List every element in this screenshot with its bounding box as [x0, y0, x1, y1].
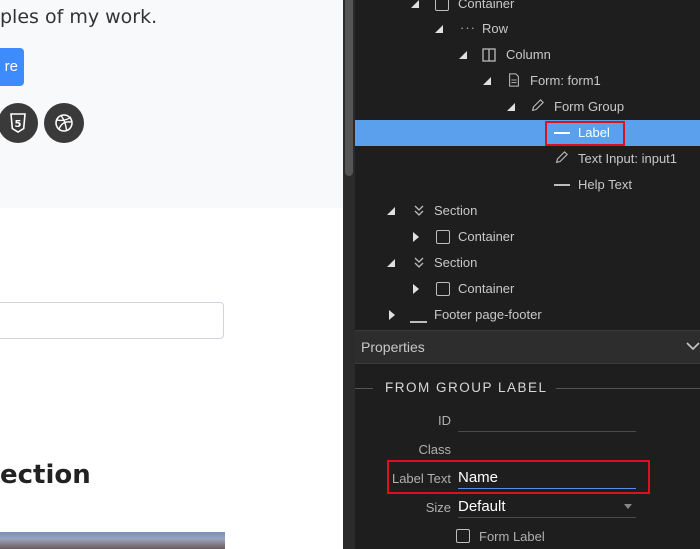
- expand-triangle-icon[interactable]: [386, 206, 396, 216]
- size-label: Size: [425, 500, 451, 515]
- tree-item-label: Container: [458, 229, 515, 244]
- tree-item-footer[interactable]: Footer page-footer: [355, 302, 700, 328]
- hero-button[interactable]: re: [0, 48, 24, 86]
- tree-item-section[interactable]: Section: [355, 250, 700, 276]
- canvas-text-input[interactable]: [0, 302, 224, 339]
- tree-item-section[interactable]: Section: [355, 198, 700, 224]
- tree-item-label: Section: [434, 203, 478, 218]
- expand-triangle-icon[interactable]: [386, 258, 396, 268]
- label-text-field[interactable]: Name: [458, 468, 636, 489]
- row-icon: ···: [460, 20, 476, 35]
- expand-triangle-icon[interactable]: [458, 50, 468, 60]
- expand-triangle-icon[interactable]: [506, 102, 516, 112]
- label-icon: [554, 132, 570, 134]
- collapsed-triangle-icon[interactable]: [387, 310, 397, 320]
- collapsed-triangle-icon[interactable]: [411, 284, 421, 294]
- tree-item-label: Text Input: input1: [578, 151, 678, 166]
- tree-item-container[interactable]: Container: [355, 276, 700, 302]
- collapsed-triangle-icon[interactable]: [411, 232, 421, 242]
- section-icon: [414, 205, 424, 216]
- expand-triangle-icon[interactable]: [482, 76, 492, 86]
- svg-text:5: 5: [15, 119, 22, 130]
- dribbble-icon[interactable]: [44, 103, 84, 143]
- group-divider: [556, 388, 700, 389]
- hero-text: ples of my work.: [0, 6, 158, 28]
- tree-item-container[interactable]: Container: [355, 0, 700, 17]
- tree-item-form-group[interactable]: Form Group: [355, 94, 700, 120]
- tree-item-label-selected[interactable]: Label: [355, 120, 700, 146]
- tree-item-label: Form Group: [554, 99, 625, 114]
- html5-icon[interactable]: 5: [0, 103, 38, 143]
- container-icon: [436, 282, 450, 296]
- properties-header[interactable]: Properties: [355, 330, 700, 364]
- tree-item-row[interactable]: ··· Row: [355, 16, 700, 42]
- tree-item-label: Label: [578, 125, 610, 140]
- pencil-icon: [555, 151, 568, 164]
- tree-item-container[interactable]: Container: [355, 224, 700, 250]
- form-icon: [509, 73, 519, 87]
- group-title: FROM GROUP LABEL: [385, 380, 548, 395]
- form-label-checkbox-label: Form Label: [479, 529, 545, 544]
- pencil-icon: [531, 99, 544, 112]
- right-panel: Container ··· Row Column Form: form1 For…: [355, 0, 700, 549]
- properties-title: Properties: [361, 339, 425, 355]
- tree-item-help-text[interactable]: Help Text: [355, 172, 700, 198]
- id-field[interactable]: [458, 411, 636, 432]
- group-divider: [355, 388, 373, 389]
- tree-item-label: Container: [458, 0, 515, 11]
- canvas-image: [0, 532, 225, 549]
- tree-item-label: Footer page-footer: [434, 307, 542, 322]
- label-icon: [554, 184, 570, 186]
- hero-section: ples of my work. re 5: [0, 0, 343, 208]
- design-canvas[interactable]: ples of my work. re 5 ection: [0, 0, 343, 549]
- chevron-down-icon[interactable]: [686, 341, 700, 351]
- tree-item-column[interactable]: Column: [355, 42, 700, 68]
- tree-item-label: Form: form1: [530, 73, 601, 88]
- hero-button-label: re: [4, 58, 18, 75]
- container-icon: [435, 0, 449, 11]
- section-icon: [414, 257, 424, 268]
- id-label: ID: [438, 413, 451, 428]
- tree-item-label: Row: [482, 21, 509, 36]
- tree-item-label: Column: [506, 47, 551, 62]
- footer-icon: [410, 321, 427, 323]
- section-heading: ection: [0, 460, 91, 490]
- expand-triangle-icon[interactable]: [410, 0, 420, 9]
- tree-item-label: Container: [458, 281, 515, 296]
- label-text-label: Label Text: [391, 471, 451, 486]
- scrollbar-thumb[interactable]: [345, 0, 353, 176]
- expand-triangle-icon[interactable]: [434, 24, 444, 34]
- column-icon: [482, 48, 496, 62]
- size-select[interactable]: Default: [458, 497, 636, 518]
- tree-item-text-input[interactable]: Text Input: input1: [355, 146, 700, 172]
- dropdown-arrow-icon: [624, 504, 632, 509]
- size-select-value: Default: [458, 498, 506, 515]
- class-label: Class: [418, 442, 451, 457]
- container-icon: [436, 230, 450, 244]
- tree-item-label: Section: [434, 255, 478, 270]
- tree-item-label: Help Text: [578, 177, 632, 192]
- form-label-checkbox[interactable]: [456, 529, 470, 543]
- tree-item-form[interactable]: Form: form1: [355, 68, 700, 94]
